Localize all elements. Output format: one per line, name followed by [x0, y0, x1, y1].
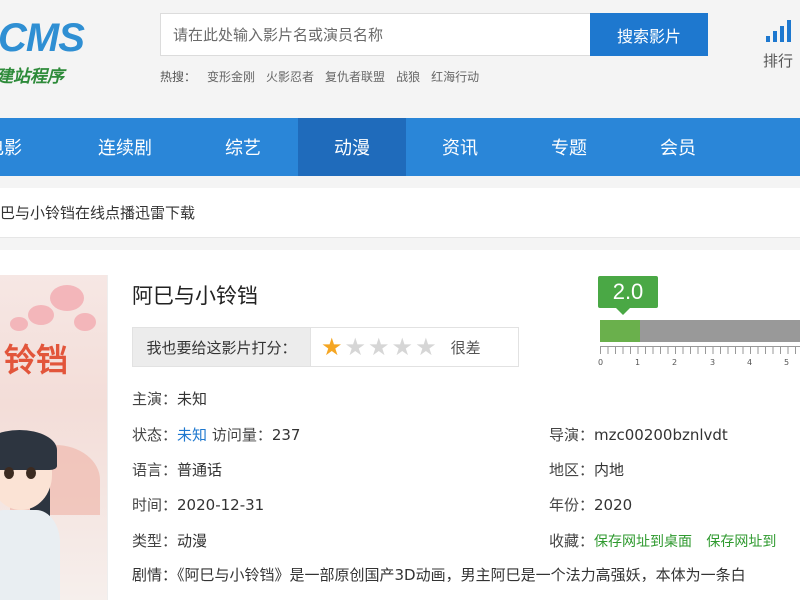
search-button[interactable]: 搜索影片	[590, 13, 708, 56]
score-tick: 1	[635, 358, 641, 367]
hot-search-item[interactable]: 红海行动	[431, 68, 479, 85]
year-value: 2020	[594, 496, 633, 514]
search-box	[160, 13, 590, 56]
save-to-desktop-link[interactable]: 保存网址到桌面	[594, 534, 692, 550]
movie-poster[interactable]: 铃铛	[0, 275, 108, 600]
score-tick: 0	[598, 358, 604, 367]
rating-text: 很差	[450, 338, 481, 357]
hot-search-item[interactable]: 战狼	[396, 68, 420, 85]
nav-item-series[interactable]: 连续剧	[62, 118, 188, 176]
plot-text: 《阿巳与小铃铛》是一部原创国产3D动画，男主阿巳是一个法力高强妖，本体为一条白	[177, 566, 746, 584]
actor-row: 主演：未知	[132, 390, 208, 408]
hot-search-item[interactable]: 火影忍者	[266, 68, 314, 85]
logo-subtitle: 建站程序	[0, 67, 64, 87]
main-nav: 电影 连续剧 综艺 动漫 资讯 专题 会员	[0, 118, 800, 176]
rating-widget: 我也要给这影片打分： ★ ★ ★ ★ ★ 很差	[132, 327, 519, 367]
star-icon[interactable]: ★	[321, 335, 343, 359]
year-row: 年份：2020	[549, 496, 633, 514]
star-icon[interactable]: ★	[345, 335, 367, 359]
plot-row: 剧情：《阿巳与小铃铛》是一部原创国产3D动画，男主阿巳是一个法力高强妖，本体为一…	[132, 566, 746, 584]
type-value: 动漫	[177, 532, 208, 550]
hot-search-item[interactable]: 复仇者联盟	[325, 68, 385, 85]
time-value: 2020-12-31	[177, 496, 265, 514]
score-badge: 2.0	[598, 276, 658, 315]
score-tick: 5	[784, 358, 790, 367]
score-tick: 2	[672, 358, 678, 367]
views-value: 237	[271, 426, 301, 444]
nav-item-movie[interactable]: 电影	[0, 118, 46, 176]
type-row: 类型：动漫	[132, 532, 208, 550]
rank-label: 排行	[762, 52, 793, 70]
rank-bars-icon	[758, 20, 798, 42]
score-tick: 4	[747, 358, 753, 367]
nav-item-anime[interactable]: 动漫	[298, 118, 406, 176]
star-icon[interactable]: ★	[415, 335, 437, 359]
region-value: 内地	[594, 461, 625, 479]
favorite-row: 收藏：保存网址到桌面 保存网址到	[549, 532, 777, 550]
region-row: 地区：内地	[549, 461, 625, 479]
score-tick: 3	[710, 358, 716, 367]
logo[interactable]: CMS	[0, 16, 85, 61]
rank-link[interactable]: 排行	[758, 20, 798, 71]
movie-detail: 铃铛 阿巳与小铃铛 我也要给这影片打分： ★ ★ ★ ★ ★ 很差 2.0 0 …	[0, 250, 800, 600]
poster-title-text: 铃铛	[4, 341, 69, 379]
director-row: 导演：mzc00200bznlvdt	[549, 426, 728, 444]
header: CMS 建站程序 搜索影片 热搜： 变形金刚 火影忍者 复仇者联盟 战狼 红海行…	[0, 0, 800, 118]
director-value: mzc00200bznlvdt	[594, 426, 728, 444]
breadcrumb: 巴与小铃铛在线点播迅雷下载	[0, 188, 800, 238]
language-value: 普通话	[177, 461, 223, 479]
hot-search-list: 热搜： 变形金刚 火影忍者 复仇者联盟 战狼 红海行动	[160, 68, 479, 85]
score-bar-fill	[600, 320, 640, 342]
search-input[interactable]	[161, 14, 590, 55]
score-bar	[600, 320, 800, 342]
star-icon[interactable]: ★	[368, 335, 390, 359]
save-url-link[interactable]: 保存网址到	[706, 534, 776, 550]
rating-prompt: 我也要给这影片打分：	[133, 328, 311, 366]
status-row: 状态：未知 访问量：237	[132, 426, 301, 444]
nav-item-news[interactable]: 资讯	[406, 118, 514, 176]
hot-search-label: 热搜：	[160, 70, 197, 84]
actor-value: 未知	[177, 390, 208, 408]
nav-item-topic[interactable]: 专题	[514, 118, 624, 176]
nav-item-member[interactable]: 会员	[624, 118, 732, 176]
nav-item-variety[interactable]: 综艺	[188, 118, 298, 176]
score-ruler: 0 1 2 3 4 5	[598, 346, 800, 370]
hot-search-item[interactable]: 变形金刚	[207, 68, 255, 85]
time-row: 时间：2020-12-31	[132, 496, 265, 514]
language-row: 语言：普通话	[132, 461, 223, 479]
movie-title: 阿巳与小铃铛	[132, 284, 258, 308]
status-value: 未知	[177, 426, 208, 444]
star-icon[interactable]: ★	[392, 335, 414, 359]
rating-stars: ★ ★ ★ ★ ★	[311, 328, 437, 366]
